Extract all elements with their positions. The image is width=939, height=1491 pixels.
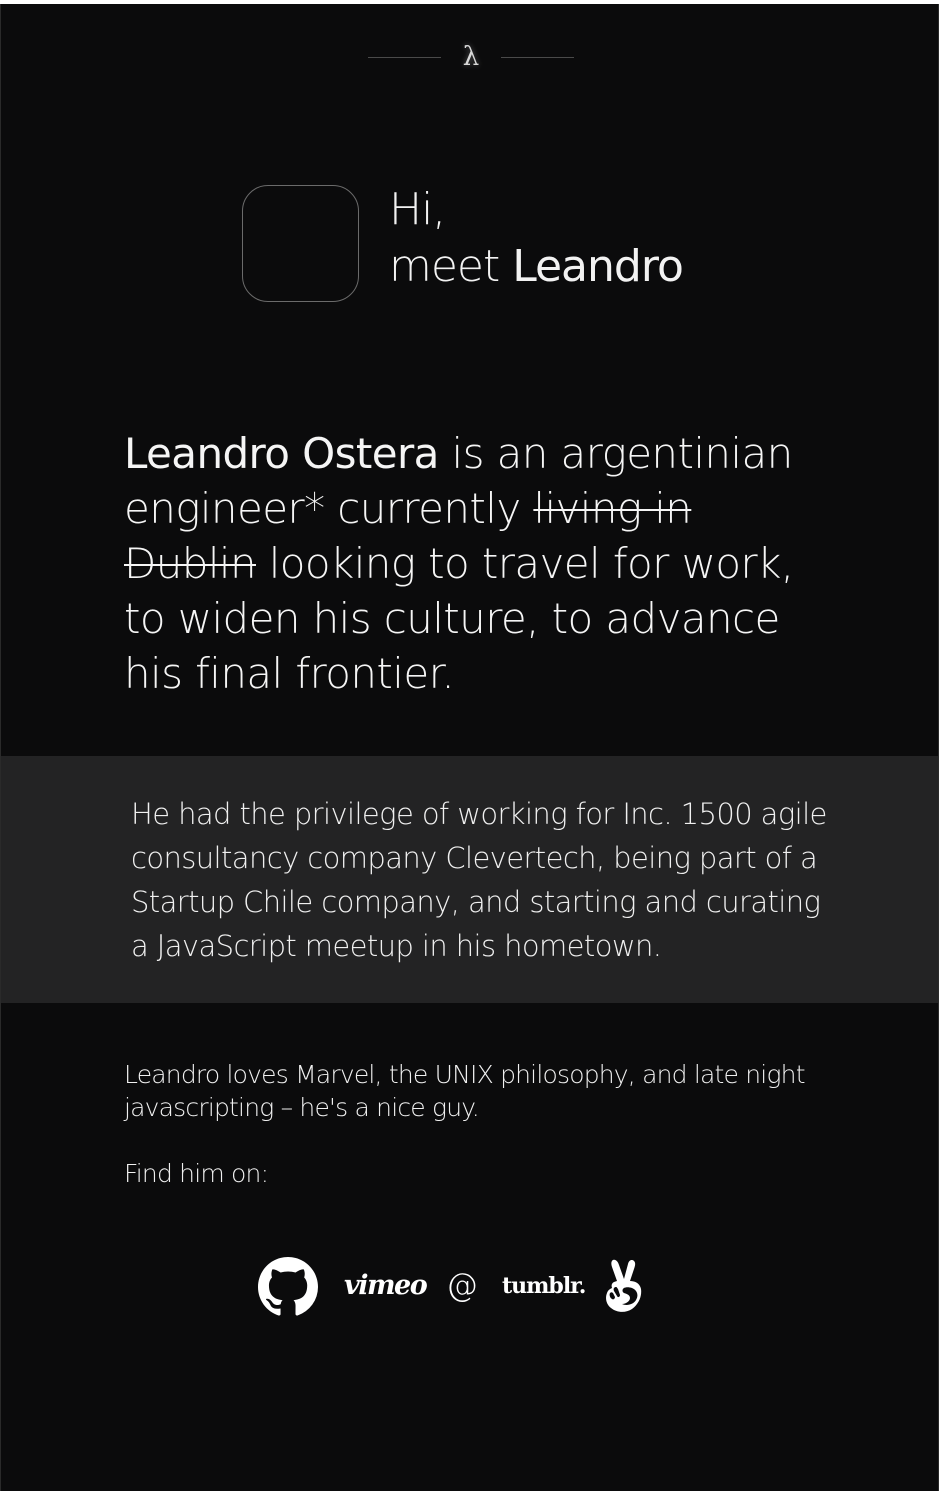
tumblr-link[interactable]: tumblr. xyxy=(502,1273,586,1299)
experience-text: He had the privilege of working for Inc.… xyxy=(131,797,827,963)
github-link[interactable] xyxy=(258,1257,318,1317)
greeting-hi: Hi, xyxy=(389,184,446,235)
avatar xyxy=(242,185,359,302)
greeting-heading: Hi, meet Leandro xyxy=(389,181,684,295)
page: λ Hi, meet Leandro Leandro Ostera is an … xyxy=(0,4,939,1491)
find-him-label: Find him on: xyxy=(124,1159,269,1188)
angellist-icon xyxy=(606,1259,642,1312)
github-icon xyxy=(258,1257,318,1316)
bio-name: Leandro Ostera xyxy=(124,429,439,478)
greeting-meet: meet xyxy=(389,241,513,292)
divider-right xyxy=(501,57,574,58)
email-link[interactable]: @ xyxy=(446,1266,478,1304)
experience-band: He had the privilege of working for Inc.… xyxy=(1,756,938,1003)
loves-text: Leandro loves Marvel, the UNIX philosoph… xyxy=(124,1060,806,1122)
angellist-link[interactable] xyxy=(603,1258,647,1314)
vimeo-link[interactable]: vimeo xyxy=(344,1270,428,1301)
greeting-meet-line: meet Leandro xyxy=(389,238,684,295)
social-links: vimeo @ tumblr. xyxy=(258,1256,658,1318)
header-ornament: λ xyxy=(368,42,574,74)
bio-paragraph: Leandro Ostera is an argentinian enginee… xyxy=(124,426,824,701)
greeting-name: Leandro xyxy=(512,241,684,292)
